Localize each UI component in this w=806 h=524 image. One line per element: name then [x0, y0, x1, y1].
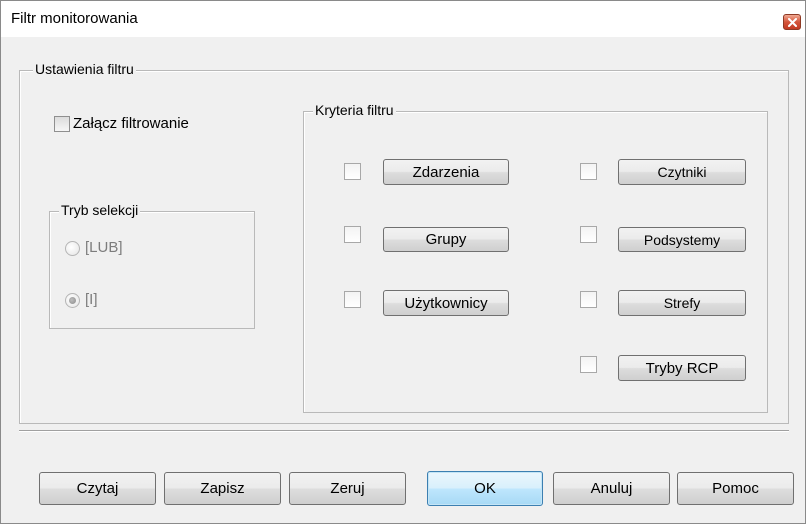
criteria-button-strefy[interactable]: Strefy [618, 290, 746, 316]
radio-and-label: [I] [85, 291, 98, 308]
reset-button[interactable]: Zeruj [289, 472, 406, 505]
criteria-button-tryby-rcp[interactable]: Tryby RCP [618, 355, 746, 381]
footer-separator [19, 430, 789, 432]
cancel-button[interactable]: Anuluj [553, 472, 670, 505]
criteria-button-uzytkownicy[interactable]: Użytkownicy [383, 290, 509, 316]
radio-or[interactable] [65, 241, 80, 256]
criteria-checkbox-podsystemy[interactable] [580, 226, 597, 243]
close-button[interactable] [783, 14, 801, 30]
read-button[interactable]: Czytaj [39, 472, 156, 505]
criteria-button-grupy[interactable]: Grupy [383, 227, 509, 252]
enable-filter-label[interactable]: Załącz filtrowanie [73, 115, 189, 133]
selection-mode-group [49, 211, 255, 329]
radio-and[interactable] [65, 293, 80, 308]
ok-button[interactable]: OK [427, 471, 543, 506]
criteria-button-podsystemy[interactable]: Podsystemy [618, 227, 746, 252]
radio-and-selected-dot [69, 297, 76, 304]
filter-settings-group-label: Ustawienia filtru [33, 61, 136, 77]
radio-or-label: [LUB] [85, 239, 123, 256]
criteria-checkbox-zdarzenia[interactable] [344, 163, 361, 180]
enable-filter-checkbox[interactable] [54, 116, 70, 132]
save-button[interactable]: Zapisz [164, 472, 281, 505]
criteria-checkbox-czytniki[interactable] [580, 163, 597, 180]
criteria-checkbox-grupy[interactable] [344, 226, 361, 243]
criteria-checkbox-strefy[interactable] [580, 291, 597, 308]
filter-criteria-group-label: Kryteria filtru [313, 102, 396, 118]
title-bar: Filtr monitorowania [1, 1, 805, 37]
filter-dialog: Filtr monitorowania Ustawienia filtru Za… [0, 0, 806, 524]
selection-mode-group-label: Tryb selekcji [59, 202, 141, 218]
criteria-checkbox-uzytkownicy[interactable] [344, 291, 361, 308]
criteria-button-zdarzenia[interactable]: Zdarzenia [383, 159, 509, 185]
help-button[interactable]: Pomoc [677, 472, 794, 505]
criteria-checkbox-tryby-rcp[interactable] [580, 356, 597, 373]
criteria-button-czytniki[interactable]: Czytniki [618, 159, 746, 185]
window-title: Filtr monitorowania [11, 10, 138, 27]
close-icon [787, 17, 797, 27]
